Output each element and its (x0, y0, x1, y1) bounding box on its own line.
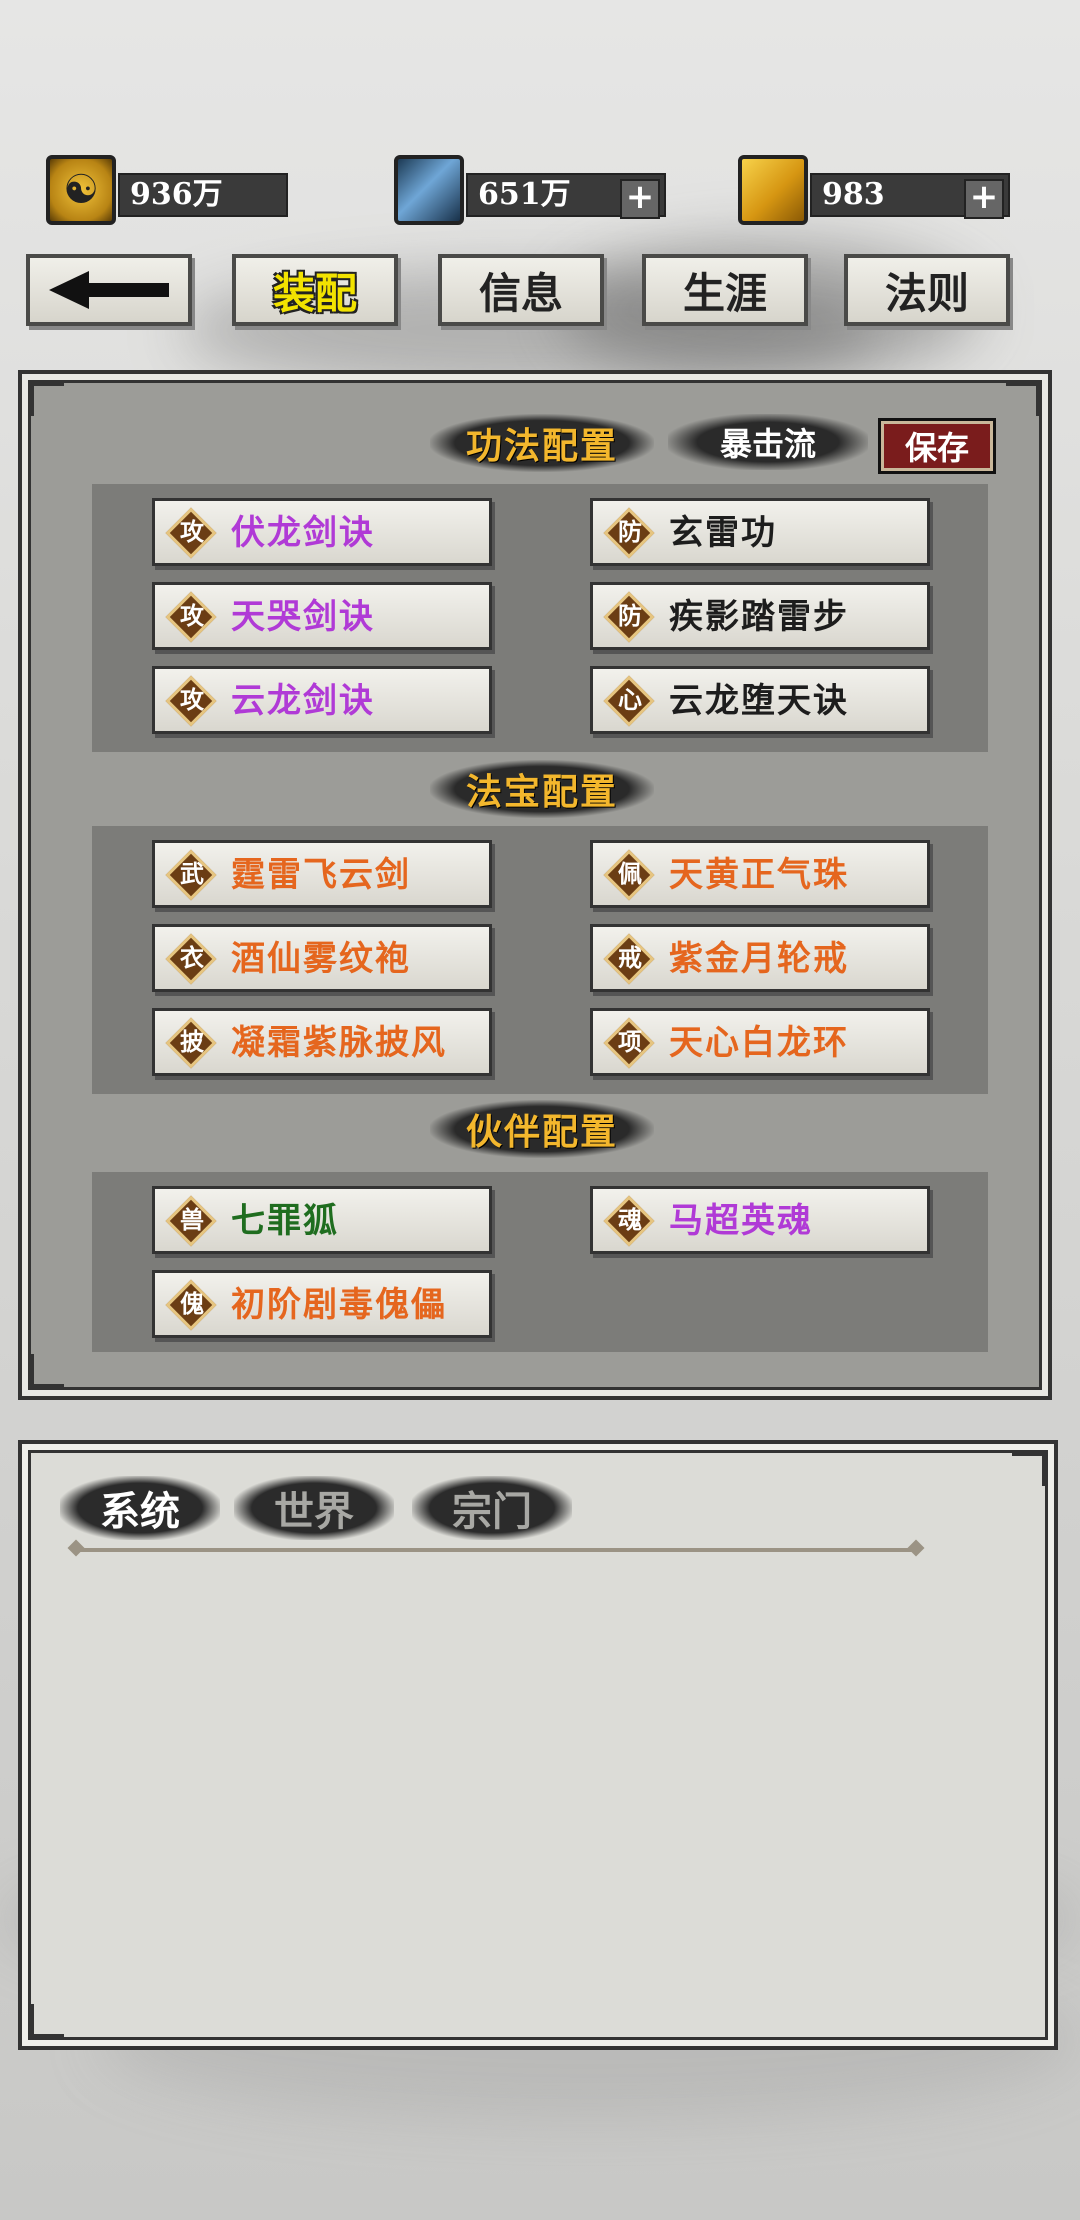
treasure-name: 天黄正气珠 (669, 855, 849, 895)
back-arrow-icon (49, 271, 169, 309)
taiji-coin-icon: ☯ (46, 155, 116, 225)
partner-slot-puppet[interactable]: 傀 初阶剧毒傀儡 (152, 1270, 492, 1338)
chat-divider (76, 1548, 916, 1552)
defense-badge-icon: 防 (618, 601, 642, 630)
partner-name: 七罪狐 (231, 1201, 339, 1241)
treasures-section-title: 法宝配置 (430, 760, 654, 818)
skill-slot-1[interactable]: 攻 伏龙剑诀 (152, 498, 492, 566)
partners-section-title: 伙伴配置 (430, 1100, 654, 1158)
treasure-slot-necklace[interactable]: 项 天心白龙环 (590, 1008, 930, 1076)
skill-slot-3[interactable]: 攻 天哭剑诀 (152, 582, 492, 650)
resource-gems: 983 + (738, 155, 1018, 225)
treasure-name: 酒仙雾纹袍 (231, 939, 411, 979)
treasure-slot-ring[interactable]: 戒 紫金月轮戒 (590, 924, 930, 992)
skills-section-title: 功法配置 (430, 414, 654, 472)
puppet-badge-icon: 傀 (180, 1289, 204, 1318)
chat-tab-world[interactable]: 世界 (234, 1476, 394, 1540)
attack-badge-icon: 攻 (180, 685, 204, 714)
gold-gem-icon (738, 155, 808, 225)
skill-slot-5[interactable]: 攻 云龙剑诀 (152, 666, 492, 734)
partner-name: 马超英魂 (669, 1201, 813, 1241)
tab-info[interactable]: 信息 (438, 254, 604, 326)
back-button[interactable] (26, 254, 192, 326)
resource-crystals: 651万 + (394, 155, 674, 225)
treasure-slot-robe[interactable]: 衣 酒仙雾纹袍 (152, 924, 492, 992)
treasure-slot-cloak[interactable]: 披 凝霜紫脉披风 (152, 1008, 492, 1076)
cloak-badge-icon: 披 (180, 1027, 204, 1056)
preset-selector[interactable]: 暴击流 (668, 414, 868, 470)
skill-slot-4[interactable]: 防 疾影踏雷步 (590, 582, 930, 650)
skill-slot-6[interactable]: 心 云龙堕天诀 (590, 666, 930, 734)
crystals-value: 651万 (478, 177, 571, 212)
skill-name: 玄雷功 (669, 513, 777, 553)
soul-badge-icon: 魂 (618, 1205, 642, 1234)
treasure-name: 凝霜紫脉披风 (231, 1023, 447, 1063)
partner-name: 初阶剧毒傀儡 (231, 1285, 447, 1325)
tab-career[interactable]: 生涯 (642, 254, 808, 326)
treasure-name: 霆雷飞云剑 (231, 855, 411, 895)
beast-badge-icon: 兽 (180, 1205, 204, 1234)
robe-badge-icon: 衣 (180, 943, 204, 972)
gems-value: 983 (822, 177, 885, 212)
tab-equip[interactable]: 装配 (232, 254, 398, 326)
skill-name: 云龙剑诀 (231, 681, 375, 721)
blue-crystal-icon (394, 155, 464, 225)
coins-value: 936万 (118, 173, 288, 217)
save-button[interactable]: 保存 (878, 418, 996, 474)
add-crystals-button[interactable]: + (620, 179, 660, 219)
chat-tab-system[interactable]: 系统 (60, 1476, 220, 1540)
partner-slot-beast[interactable]: 兽 七罪狐 (152, 1186, 492, 1254)
skill-slot-2[interactable]: 防 玄雷功 (590, 498, 930, 566)
add-gems-button[interactable]: + (964, 179, 1004, 219)
resource-coins: ☯ 936万 (46, 155, 288, 225)
pendant-badge-icon: 佩 (618, 859, 642, 888)
treasure-name: 紫金月轮戒 (669, 939, 849, 979)
tab-rules[interactable]: 法则 (844, 254, 1010, 326)
treasure-slot-pendant[interactable]: 佩 天黄正气珠 (590, 840, 930, 908)
treasure-name: 天心白龙环 (669, 1023, 849, 1063)
ring-badge-icon: 戒 (618, 943, 642, 972)
heart-badge-icon: 心 (618, 685, 642, 714)
weapon-badge-icon: 武 (180, 859, 204, 888)
skill-name: 伏龙剑诀 (231, 513, 375, 553)
chat-tab-sect[interactable]: 宗门 (412, 1476, 572, 1540)
treasure-slot-weapon[interactable]: 武 霆雷飞云剑 (152, 840, 492, 908)
partner-slot-soul[interactable]: 魂 马超英魂 (590, 1186, 930, 1254)
skill-name: 天哭剑诀 (231, 597, 375, 637)
skill-name: 云龙堕天诀 (669, 681, 849, 721)
attack-badge-icon: 攻 (180, 601, 204, 630)
skill-name: 疾影踏雷步 (669, 597, 849, 637)
attack-badge-icon: 攻 (180, 517, 204, 546)
necklace-badge-icon: 项 (618, 1027, 642, 1056)
defense-badge-icon: 防 (618, 517, 642, 546)
